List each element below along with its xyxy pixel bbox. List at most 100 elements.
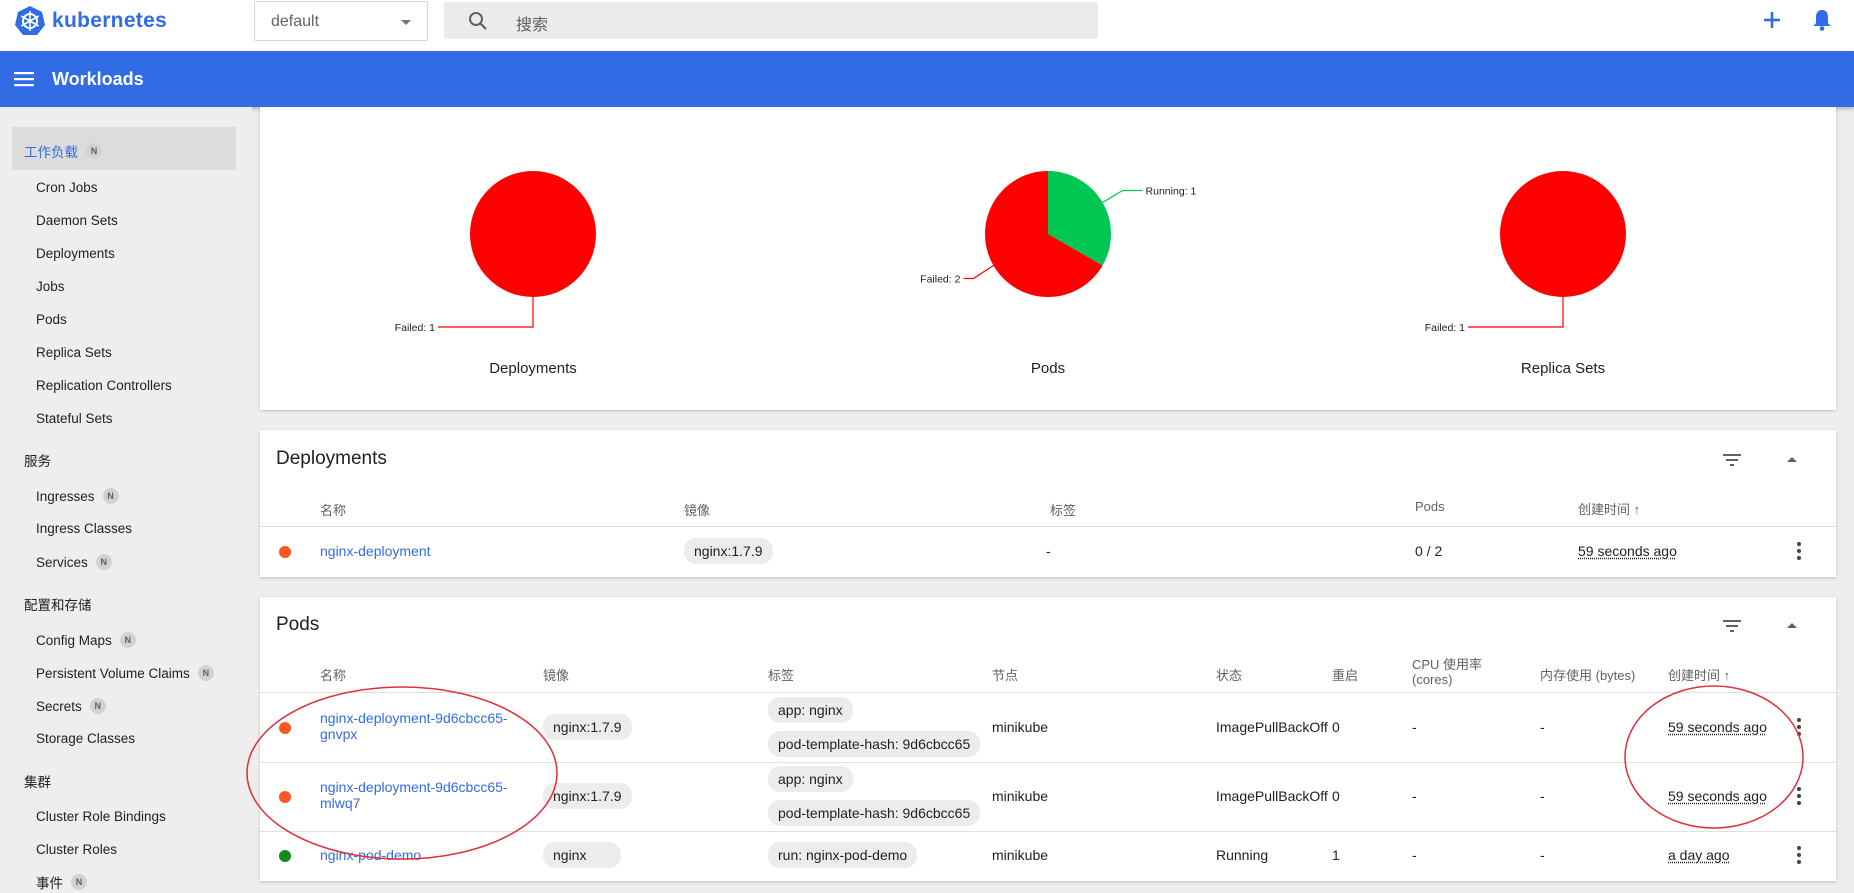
sidebar-item-stateful-sets[interactable]: Stateful Sets [36,411,113,426]
sidebar-item-deployments[interactable]: Deployments [36,246,115,261]
pie-slice-label: Running: 1 [1146,186,1197,198]
filter-icon[interactable] [1720,614,1744,638]
pie-slice-failed[interactable] [1500,171,1626,297]
sidebar-item-persistent-volume-claims[interactable]: Persistent Volume Claims N [36,665,214,681]
brand-name[interactable]: kubernetes [52,9,167,33]
deployment-name-link[interactable]: nginx-deployment [320,543,431,559]
sidebar-item-label: Services [36,554,88,570]
sidebar-category-services[interactable]: 服务 [24,450,51,470]
sidebar-item-replica-sets[interactable]: Replica Sets [36,345,112,360]
pie-leader-line [963,264,994,280]
more-actions-icon[interactable] [1796,542,1802,560]
node-name: minikube [992,719,1049,735]
pie-slice-label: Failed: 1 [395,322,435,334]
sidebar-item-label: Storage Classes [36,731,136,746]
namespaced-badge: N [89,698,106,714]
column-header-created[interactable]: 创建时间 ↑ [1668,665,1730,684]
more-actions-icon[interactable] [1796,846,1802,864]
sidebar-item-storage-classes[interactable]: Storage Classes [36,731,135,746]
collapse-arrow-icon[interactable] [1780,614,1804,638]
notifications-bell-icon[interactable] [1808,6,1836,34]
pie-leader-line [1468,297,1564,328]
pod-name-line2: mlwq7 [320,795,361,811]
column-header-created[interactable]: 创建时间 ↑ [1578,499,1640,518]
namespaced-badge: N [102,488,119,504]
column-header-name[interactable]: 名称 [320,500,346,519]
sidebar-item-label: Replica Sets [36,345,112,360]
column-header-images: 镜像 [684,503,711,518]
sidebar-category-workloads[interactable]: 工作负载 N [24,141,102,161]
restart-count: 0 [1332,719,1340,735]
sidebar-item-label: Persistent Volume Claims [36,665,190,681]
sidebar-item-label: Cluster Roles [36,842,118,857]
sidebar-item-jobs[interactable]: Jobs [36,279,65,294]
sidebar-item-label: Deployments [36,246,115,261]
column-header-label: 创建时间 [1578,502,1631,517]
memory-usage: - [1540,847,1545,863]
pie-leader-line [438,297,534,328]
pod-status: Running [1216,847,1269,863]
pod-name-link[interactable]: nginx-pod-demo [320,847,421,863]
pods-card: Pods 名称 镜像 标签 节点 状态 重启 CPU 使用率 (cores) 内存… [260,597,1836,881]
create-resource-plus-icon[interactable] [1758,6,1786,34]
label-chip: pod-template-hash: 9d6cbcc65 [768,800,981,826]
cpu-usage: - [1412,788,1417,804]
sidebar-item-replication-controllers[interactable]: Replication Controllers [36,378,172,393]
search-input[interactable]: 搜索 [516,11,548,35]
namespace-select[interactable]: default [254,1,428,41]
collapse-arrow-icon[interactable] [1780,448,1804,472]
sidebar-item-label: Replication Controllers [36,378,172,393]
namespaced-badge: N [197,665,214,681]
table-divider [260,526,1836,527]
label-chip: app: nginx [768,697,853,723]
more-actions-icon[interactable] [1796,718,1802,736]
pod-name-link[interactable]: nginx-deployment-9d6cbcc65- mlwq7 [320,779,508,811]
sidebar-item-cron-jobs[interactable]: Cron Jobs [36,180,98,195]
label-chip: run: nginx-pod-demo [768,842,918,868]
sidebar-category-cluster[interactable]: 集群 [24,771,51,791]
sidebar-item-label: Ingress Classes [36,521,133,536]
sidebar-item-pods[interactable]: Pods [36,312,67,327]
sidebar-item-label: Jobs [36,279,65,294]
sidebar-item-ingresses[interactable]: Ingresses N [36,488,119,504]
more-actions-icon[interactable] [1796,787,1802,805]
sidebar-category-label: 配置和存储 [24,598,92,613]
pie-slice-label: Failed: 1 [1425,322,1465,334]
pie-slice-failed[interactable] [470,171,596,297]
sidebar-item-ingress-classes[interactable]: Ingress Classes [36,521,132,536]
sidebar-item-cluster-role-bindings[interactable]: Cluster Role Bindings [36,809,166,824]
sidebar-item-label: Stateful Sets [36,411,113,426]
sidebar-item-cluster-roles[interactable]: Cluster Roles [36,842,117,857]
status-error-dot [279,722,291,734]
sidebar-item-config-maps[interactable]: Config Maps N [36,632,136,648]
sidebar-item-services[interactable]: Services N [36,554,112,570]
namespace-value: default [271,13,320,30]
sidebar-item-events[interactable]: 事件 N [36,872,87,892]
filter-icon[interactable] [1720,448,1744,472]
sidebar-item-daemon-sets[interactable]: Daemon Sets [36,213,118,228]
pod-name-link[interactable]: nginx-deployment-9d6cbcc65- gnvpx [320,710,508,742]
pod-name-line1: nginx-deployment-9d6cbcc65- [320,710,508,726]
sidebar-category-config-storage[interactable]: 配置和存储 [24,594,92,614]
status-ok-dot [279,850,291,862]
search-bar[interactable]: 搜索 [444,2,1098,39]
column-header-status: 状态 [1216,668,1243,683]
pie-leader-line [1102,189,1143,204]
table-divider [260,762,1836,763]
kubernetes-logo-icon[interactable] [14,5,46,37]
column-header-labels: 标签 [768,668,795,683]
created-time: 59 seconds ago [1668,788,1767,804]
label-chip: pod-template-hash: 9d6cbcc65 [768,731,981,757]
page-header: Workloads [0,51,1854,107]
search-icon [469,12,487,30]
sidebar-item-secrets[interactable]: Secrets N [36,698,106,714]
column-header-cpu-line1: CPU 使用率 [1412,657,1483,672]
pod-status: ImagePullBackOff [1216,788,1328,804]
sidebar-item-label: Cluster Role Bindings [36,809,166,824]
pod-name-line2: gnvpx [320,726,358,742]
memory-usage: - [1540,788,1545,804]
namespaced-badge: N [71,874,87,890]
hamburger-menu-icon[interactable] [12,69,36,89]
status-error-dot [279,791,291,803]
column-header-name[interactable]: 名称 [320,665,346,684]
